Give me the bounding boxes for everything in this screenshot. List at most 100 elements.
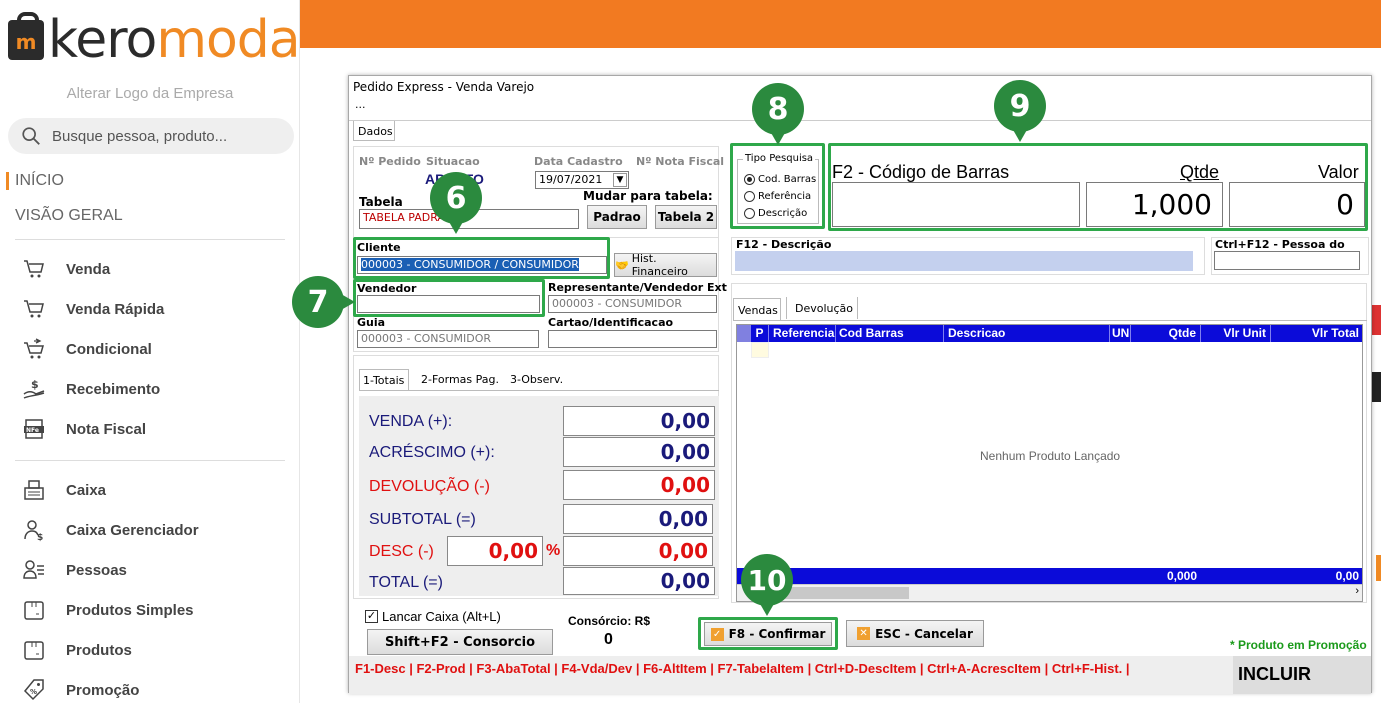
radio-referencia[interactable]: Referência: [744, 191, 811, 202]
nota-fiscal-label: Nº Nota Fiscal: [636, 155, 725, 168]
sidebar-item-produtos-simples[interactable]: Produtos Simples: [22, 598, 194, 622]
f12-descricao-field[interactable]: [735, 251, 1193, 271]
footer-vlr-total: 0,00: [1335, 569, 1359, 583]
grid-header-cod-barras[interactable]: Cod Barras: [836, 325, 944, 342]
radio-cod-barras[interactable]: Cod. Barras: [744, 174, 816, 185]
sidebar-item-label: Promoção: [66, 681, 140, 699]
search-input[interactable]: Busque pessoa, produto...: [8, 118, 294, 154]
n-pedido-label: Nº Pedido: [359, 155, 421, 168]
grid-header-vlr-total[interactable]: Vlr Total: [1271, 325, 1362, 342]
sidebar-item-label: Produtos Simples: [66, 601, 194, 619]
window-title: Pedido Express - Venda Varejo: [353, 80, 535, 94]
total-label: TOTAL (=): [369, 574, 443, 591]
confirmar-button[interactable]: ✓ F8 - Confirmar: [704, 622, 832, 646]
tab-totais[interactable]: 1-Totais: [359, 369, 409, 390]
data-cadastro-field[interactable]: 19/07/2021 ▼: [535, 171, 629, 189]
grid-header-qtde[interactable]: Qtde: [1131, 325, 1201, 342]
promo-note: * Produto em Promoção: [1230, 638, 1367, 652]
tab-dados[interactable]: Dados: [353, 121, 395, 141]
checkbox-checked-icon: ✓: [365, 610, 378, 623]
chevron-down-icon[interactable]: ▼: [613, 173, 627, 187]
acrescimo-value: 0,00: [563, 437, 715, 467]
radio-descricao[interactable]: Descrição: [744, 208, 807, 219]
sidebar-item-caixa-gerenciador[interactable]: $ Caixa Gerenciador: [22, 518, 199, 542]
search-icon: [22, 127, 40, 145]
valor-label: Valor: [1318, 162, 1359, 182]
money-hand-icon: $: [22, 377, 46, 401]
background-fragment: [1372, 372, 1381, 402]
vendedor-label: Vendedor: [357, 282, 417, 295]
nav-inicio[interactable]: INÍCIO: [6, 172, 64, 190]
grid-header-referencia[interactable]: Referencia: [769, 325, 836, 342]
desc-value-field[interactable]: 0,00: [563, 536, 713, 566]
svg-text:$: $: [31, 378, 39, 391]
percent-symbol: %: [546, 542, 561, 559]
hist-financeiro-button[interactable]: 🤝 Hist. Financeiro: [614, 252, 717, 278]
empty-grid-message: Nenhum Produto Lançado: [980, 449, 1121, 463]
tabela2-button[interactable]: Tabela 2: [655, 205, 717, 229]
consorcio-value: 0: [604, 631, 613, 648]
subtotal-label: SUBTOTAL (=): [369, 511, 476, 528]
box-icon: [22, 638, 46, 662]
top-header-bar: [300, 0, 1381, 48]
tab-separator: [786, 297, 787, 319]
pessoa-item-field[interactable]: [1214, 251, 1360, 270]
logo-text-moda: moda: [156, 10, 300, 70]
background-fragment: [1372, 305, 1381, 335]
venda-total-label: VENDA (+):: [369, 413, 453, 430]
cartao-label: Cartao/Identificacao: [548, 316, 674, 329]
svg-text:%: %: [30, 688, 37, 696]
scroll-right-arrow-icon[interactable]: ›: [1355, 585, 1359, 597]
background-fragment: [1376, 555, 1381, 581]
tab-observ[interactable]: 3-Observ.: [510, 373, 563, 386]
cart-icon: [22, 257, 46, 281]
desc-percent-field[interactable]: 0,00: [447, 536, 543, 566]
guia-field[interactable]: 000003 - CONSUMIDOR: [357, 330, 539, 348]
sidebar-item-recebimento[interactable]: $ Recebimento: [22, 377, 160, 401]
lancar-caixa-checkbox[interactable]: ✓ Lancar Caixa (Alt+L): [365, 609, 501, 624]
tab-vendas[interactable]: Vendas: [733, 298, 781, 320]
cartao-field[interactable]: [548, 330, 717, 348]
grid-header-un[interactable]: UN: [1110, 325, 1131, 342]
tipo-pesquisa-label: Tipo Pesquisa: [743, 153, 816, 164]
venda-total-value: 0,00: [563, 406, 715, 436]
situacao-label: Situacao: [426, 155, 480, 168]
sidebar-item-venda[interactable]: Venda: [22, 257, 110, 281]
vendedor-field[interactable]: [357, 295, 540, 313]
grid-header-descricao[interactable]: Descricao: [944, 325, 1110, 342]
grid-empty-cell: [751, 342, 769, 358]
sidebar-item-condicional[interactable]: Condicional: [22, 337, 152, 361]
alter-logo-link[interactable]: Alterar Logo da Empresa: [0, 85, 300, 102]
sidebar-item-produtos[interactable]: Produtos: [22, 638, 132, 662]
codigo-barras-input[interactable]: [832, 182, 1080, 227]
grid-tab-line: [733, 320, 1367, 321]
grid-header-vlr-unit[interactable]: Vlr Unit: [1201, 325, 1271, 342]
sidebar-item-caixa[interactable]: Caixa: [22, 478, 106, 502]
qtde-label: Qtde: [1180, 162, 1220, 182]
qtde-input[interactable]: 1,000: [1086, 182, 1223, 227]
grid-header-p[interactable]: P: [751, 325, 769, 342]
annotation-badge-10: 10: [741, 554, 793, 616]
tab-devolucao[interactable]: Devolução: [795, 302, 853, 315]
sidebar-item-label: Nota Fiscal: [66, 420, 147, 438]
tab-formas-pag[interactable]: 2-Formas Pag.: [421, 373, 499, 386]
sidebar-item-nota-fiscal[interactable]: NFe Nota Fiscal: [22, 417, 146, 441]
horizontal-scrollbar[interactable]: ›: [737, 584, 1362, 601]
sidebar-item-venda-rapida[interactable]: Venda Rápida: [22, 297, 164, 321]
sidebar-item-promocao[interactable]: % Promoção: [22, 678, 139, 702]
consorcio-button[interactable]: Shift+F2 - Consorcio: [367, 629, 553, 655]
cliente-field[interactable]: 000003 - CONSUMIDOR / CONSUMIDOR: [357, 256, 607, 274]
nav-visao-geral[interactable]: VISÃO GERAL: [15, 207, 123, 225]
incluir-status: INCLUIR: [1238, 664, 1311, 684]
handshake-icon: 🤝: [615, 258, 629, 272]
cancelar-button[interactable]: ✕ ESC - Cancelar: [846, 620, 984, 647]
sidebar-item-pessoas[interactable]: Pessoas: [22, 558, 127, 582]
items-grid[interactable]: [736, 324, 1363, 602]
representante-field[interactable]: 000003 - CONSUMIDOR: [548, 295, 717, 313]
sidebar-item-label: Condicional: [66, 340, 152, 358]
sidebar-divider: [15, 239, 285, 240]
company-logo[interactable]: m kero moda: [8, 10, 301, 70]
padrao-button[interactable]: Padrao: [587, 205, 647, 229]
window-menu[interactable]: ...: [355, 98, 366, 111]
valor-input[interactable]: 0: [1229, 182, 1365, 227]
